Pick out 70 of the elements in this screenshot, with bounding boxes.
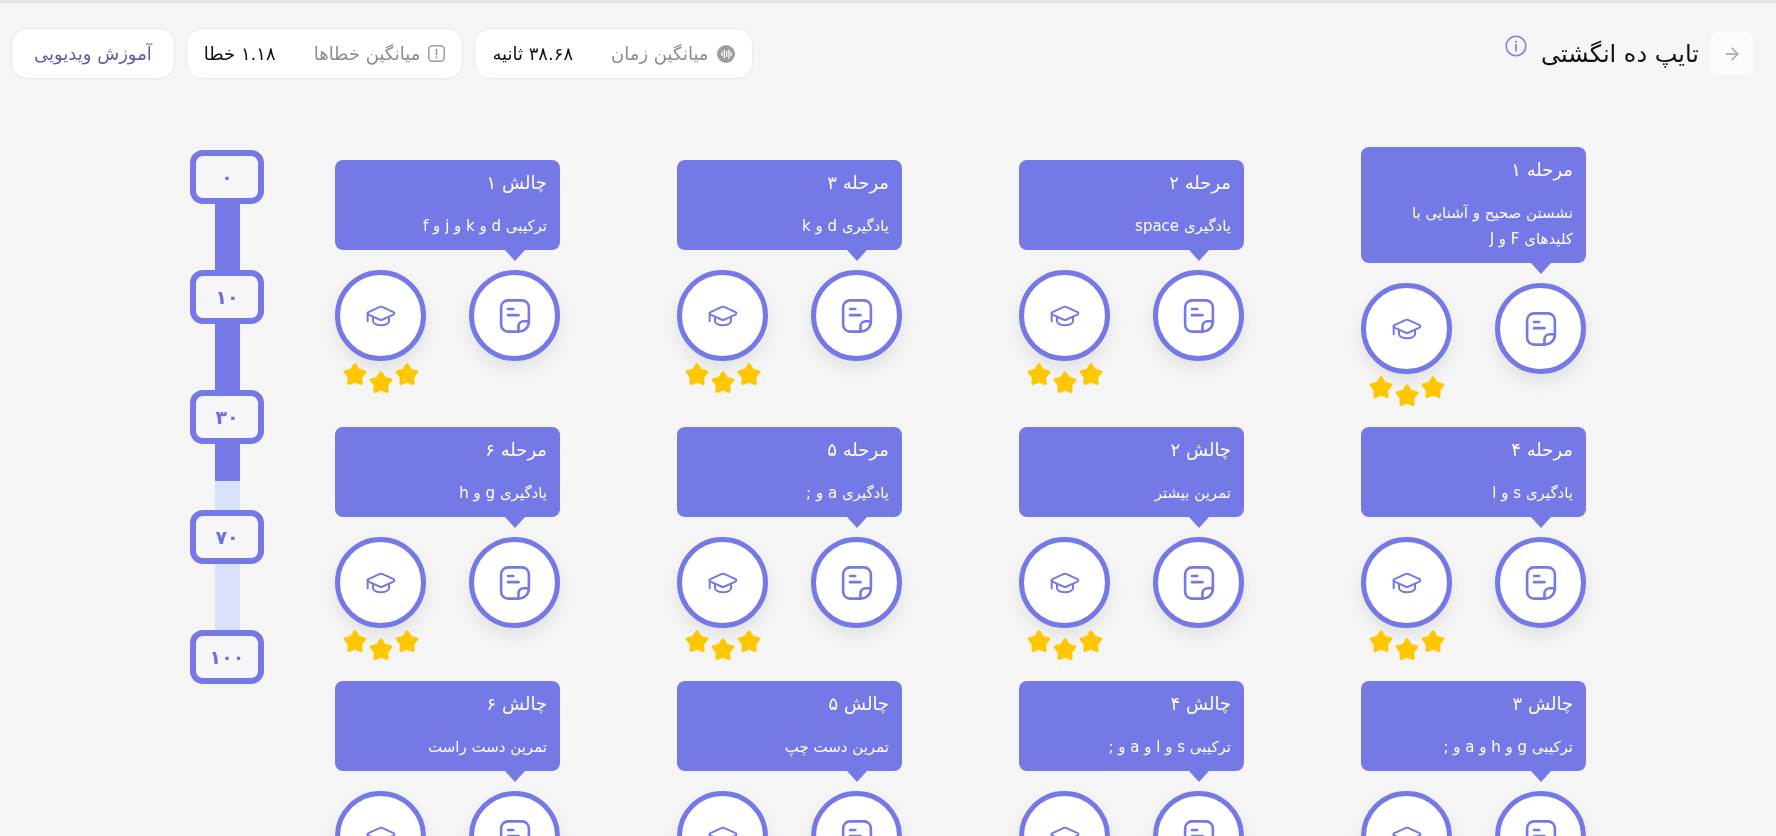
stat-label: میانگین خطاها [313, 43, 421, 64]
note-icon [1182, 565, 1215, 600]
level-marker: ۷۰ [190, 510, 264, 564]
stage-description: نشستن صحیح و آشنایی با کلیدهای F و J [1410, 203, 1573, 250]
stage-title: چالش ۲ [1169, 438, 1231, 462]
star-icon [1078, 630, 1103, 654]
star-icon [736, 363, 761, 387]
stage-description: یادگیری s و l [1491, 483, 1573, 504]
info-icon[interactable] [1505, 34, 1527, 57]
stage-title: چالش ۱ [485, 171, 547, 195]
star-icon [1420, 376, 1445, 400]
star-icon [684, 363, 709, 387]
stage-title: مرحله ۴ [1510, 438, 1573, 462]
level-marker: ۱۰ [190, 270, 264, 324]
star-icon [342, 363, 367, 387]
star-icon [394, 363, 419, 387]
stage-title: چالش ۴ [1169, 692, 1231, 716]
stage-title: چالش ۶ [485, 692, 547, 716]
stage-description: یادگیری space [1134, 216, 1231, 237]
star-icon [394, 630, 419, 654]
stage-title: مرحله ۵ [826, 438, 889, 462]
star-icon [1420, 630, 1445, 654]
stage-description: یادگیری g و h [458, 483, 547, 504]
star-icon [736, 630, 761, 654]
page-title: تایپ ده انگشتی [1541, 39, 1699, 68]
note-icon [1524, 311, 1557, 346]
stage-description: یادگیری a و ; [805, 483, 889, 504]
stage-title: مرحله ۲ [1168, 171, 1231, 195]
star-icon [684, 630, 709, 654]
stage-title: مرحله ۳ [826, 171, 889, 195]
level-marker: ۱۰۰ [190, 630, 264, 684]
note-icon [840, 565, 873, 600]
note-icon [1524, 565, 1557, 600]
stage-description: تمرین دست راست [427, 737, 547, 758]
star-icon [1026, 630, 1051, 654]
waveform-icon [716, 44, 735, 63]
star-icon [1368, 376, 1393, 400]
star-icon [1078, 363, 1103, 387]
stage-description: ترکیبی s و l و a و ; [1107, 737, 1231, 758]
stage-title: چالش ۳ [1511, 692, 1573, 716]
stat-label: میانگین زمان [611, 43, 709, 64]
video-tutorial-button[interactable]: آموزش ویدیویی [11, 28, 175, 79]
star-icon [710, 371, 735, 395]
star-icon [368, 638, 393, 662]
stage-description: تمرین بیشتر [1153, 483, 1231, 504]
star-icon [1026, 363, 1051, 387]
stage-description: تمرین دست چپ [783, 737, 889, 759]
note-icon [498, 565, 531, 600]
stage-title: مرحله ۱ [1510, 158, 1573, 182]
note-icon [498, 298, 531, 333]
star-icon [1394, 384, 1419, 408]
level-marker: ۳۰ [190, 390, 264, 444]
star-icon [342, 630, 367, 654]
star-icon [1052, 638, 1077, 662]
star-icon [1052, 371, 1077, 395]
note-icon [1182, 298, 1215, 333]
stage-description: یادگیری d و k [801, 216, 889, 237]
star-icon [368, 371, 393, 395]
alert-icon [428, 45, 446, 62]
stage-description: ترکیبی g و h و a و ; [1442, 737, 1573, 758]
star-icon [1394, 638, 1419, 662]
stat-value: ۳۸.۶۸ ثانیه [492, 43, 574, 64]
stage-title: چالش ۵ [827, 692, 889, 716]
star-icon [1368, 630, 1393, 654]
stat-value: ۱.۱۸ خطا [203, 43, 276, 64]
stage-description: ترکیبی d و k و j و f [422, 216, 547, 237]
star-icon [710, 638, 735, 662]
level-marker: ۰ [190, 150, 264, 204]
note-icon [840, 298, 873, 333]
stage-title: مرحله ۶ [484, 438, 547, 462]
